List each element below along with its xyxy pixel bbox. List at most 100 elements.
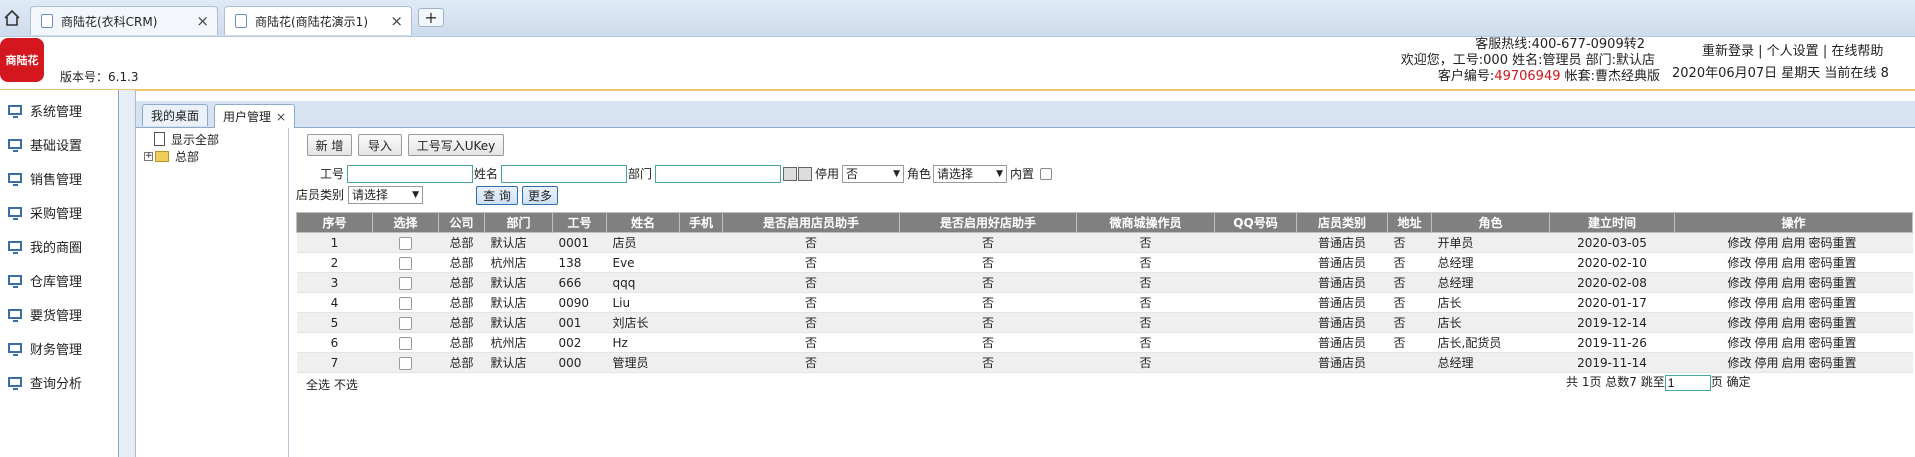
edit-link[interactable]: 修改 [1727, 336, 1751, 350]
row-checkbox[interactable] [399, 256, 412, 270]
relogin-link[interactable]: 重新登录 [1702, 44, 1754, 59]
column-header[interactable]: 选择 [372, 212, 439, 233]
sidebar-item-requisition[interactable]: 要货管理 [8, 304, 82, 324]
column-header[interactable]: 工号 [552, 212, 607, 233]
close-icon[interactable]: × [390, 12, 403, 30]
personal-settings-link[interactable]: 个人设置 [1767, 44, 1819, 59]
home-icon[interactable] [0, 6, 24, 30]
column-header[interactable]: 公司 [438, 212, 485, 233]
disable-link[interactable]: 停用 [1754, 296, 1778, 310]
select-all-link[interactable]: 全选 [306, 378, 330, 392]
edit-link[interactable]: 修改 [1727, 296, 1751, 310]
row-checkbox[interactable] [399, 316, 412, 330]
column-header[interactable]: 序号 [296, 212, 373, 233]
builtin-checkbox[interactable] [1040, 168, 1052, 180]
enable-link[interactable]: 启用 [1782, 276, 1806, 290]
search-icon[interactable] [783, 167, 797, 181]
row-checkbox[interactable] [399, 336, 412, 350]
select-none-link[interactable]: 不选 [334, 378, 358, 392]
disable-link[interactable]: 停用 [1754, 236, 1778, 250]
disable-link[interactable]: 停用 [1754, 316, 1778, 330]
table-row[interactable]: 7 总部 默认店 000 管理员否否否普通店员 总经理 2019-11-14 修改 停用 启用 密码… [296, 352, 1913, 373]
column-header[interactable]: 姓名 [606, 212, 680, 233]
more-button[interactable]: 更多 [522, 186, 558, 205]
edit-icon[interactable] [798, 167, 812, 181]
row-checkbox[interactable] [399, 276, 412, 290]
edit-link[interactable]: 修改 [1727, 316, 1751, 330]
new-tab-button[interactable]: + [418, 8, 444, 27]
disable-link[interactable]: 停用 [1754, 276, 1778, 290]
column-header[interactable]: 是否启用店员助手 [722, 212, 900, 233]
reset-password-link[interactable]: 密码重置 [1809, 336, 1857, 350]
enable-link[interactable]: 启用 [1782, 336, 1806, 350]
edit-link[interactable]: 修改 [1727, 236, 1751, 250]
table-row[interactable]: 6 总部 杭州店 002 Hz 否否否普通店员否店长,配货员 2019-11-26 修改 停用启… [296, 332, 1913, 353]
confirm-link[interactable]: 确定 [1727, 375, 1751, 389]
column-header[interactable]: 微商城操作员 [1076, 212, 1215, 233]
table-row[interactable]: 1 总部 默认店 0001 店员否否否普通店员否开单员 2020-03-05 修改 停用 启用密… [296, 232, 1913, 253]
row-checkbox[interactable] [399, 356, 412, 370]
column-header[interactable]: 地址 [1387, 212, 1432, 233]
table-row[interactable]: 4 总部 默认店 0090 Liu 否否否普通店员否店长 2020-01-17 修改 停用 启用密… [296, 292, 1913, 313]
disable-link[interactable]: 停用 [1754, 336, 1778, 350]
add-button[interactable]: 新 增 [307, 134, 352, 156]
online-help-link[interactable]: 在线帮助 [1831, 44, 1883, 59]
enable-link[interactable]: 启用 [1782, 356, 1806, 370]
sidebar-item-sales[interactable]: 销售管理 [8, 168, 82, 188]
reset-password-link[interactable]: 密码重置 [1809, 356, 1857, 370]
page-jump-input[interactable] [1664, 374, 1711, 391]
reset-password-link[interactable]: 密码重置 [1809, 236, 1857, 250]
expand-icon[interactable]: + [144, 151, 153, 161]
close-icon[interactable]: × [276, 110, 286, 124]
enable-link[interactable]: 启用 [1782, 236, 1806, 250]
disable-link[interactable]: 停用 [1754, 256, 1778, 270]
sidebar-item-system[interactable]: 系统管理 [8, 100, 82, 120]
sidebar-item-finance[interactable]: 财务管理 [8, 338, 82, 358]
disable-link[interactable]: 停用 [1754, 356, 1778, 370]
disabled-select[interactable]: 否 ▼ [842, 165, 904, 183]
import-button[interactable]: 导入 [358, 134, 402, 156]
reset-password-link[interactable]: 密码重置 [1809, 256, 1857, 270]
sidebar-item-query-analysis[interactable]: 查询分析 [8, 372, 82, 392]
edit-link[interactable]: 修改 [1727, 356, 1751, 370]
enable-link[interactable]: 启用 [1782, 256, 1806, 270]
table-row[interactable]: 2 总部 杭州店 138 Eve 否否否普通店员否总经理 2020-02-10 修改 停用 启用密… [296, 252, 1913, 273]
sidebar-item-warehouse[interactable]: 仓库管理 [8, 270, 82, 290]
close-icon[interactable]: × [196, 12, 209, 30]
sidebar-splitter[interactable] [119, 90, 136, 457]
reset-password-link[interactable]: 密码重置 [1809, 276, 1857, 290]
tree-item-show-all[interactable]: 显示全部 [154, 131, 219, 147]
browser-tab-crm[interactable]: 商陆花(衣科CRM) × [30, 6, 218, 35]
column-header[interactable]: 手机 [679, 212, 723, 233]
tree-item-headquarters[interactable]: + 总部 [144, 148, 199, 164]
column-header[interactable]: 操作 [1674, 212, 1913, 233]
dept-input[interactable] [655, 165, 781, 183]
staff-type-select[interactable]: 请选择 ▼ [348, 186, 423, 204]
column-header[interactable]: 是否启用好店助手 [899, 212, 1077, 233]
query-button[interactable]: 查 询 [476, 186, 518, 205]
column-header[interactable]: 建立时间 [1549, 212, 1675, 233]
table-row[interactable]: 5 总部 默认店 001 刘店长否否否普通店员否店长 2019-12-14 修改 停用 启用 密码… [296, 312, 1913, 333]
enable-link[interactable]: 启用 [1782, 316, 1806, 330]
sidebar-item-business-circle[interactable]: 我的商圈 [8, 236, 82, 256]
column-header[interactable]: 角色 [1431, 212, 1550, 233]
reset-password-link[interactable]: 密码重置 [1809, 296, 1857, 310]
row-checkbox[interactable] [399, 296, 412, 310]
edit-link[interactable]: 修改 [1727, 256, 1751, 270]
role-select[interactable]: 请选择 ▼ [933, 165, 1007, 183]
enable-link[interactable]: 启用 [1782, 296, 1806, 310]
sidebar-item-purchase[interactable]: 采购管理 [8, 202, 82, 222]
row-checkbox[interactable] [399, 236, 412, 250]
sidebar-item-basic-settings[interactable]: 基础设置 [8, 134, 82, 154]
table-row[interactable]: 3 总部 默认店 666 qqq 否否否普通店员否总经理 2020-02-08 修改 停用 启用密… [296, 272, 1913, 293]
ukey-write-button[interactable]: 工号写入UKey [408, 134, 504, 156]
column-header[interactable]: 店员类别 [1296, 212, 1388, 233]
column-header[interactable]: 部门 [484, 212, 553, 233]
edit-link[interactable]: 修改 [1727, 276, 1751, 290]
column-header[interactable]: QQ号码 [1214, 212, 1297, 233]
reset-password-link[interactable]: 密码重置 [1809, 316, 1857, 330]
tab-my-desktop[interactable]: 我的桌面 [142, 104, 209, 126]
emp-no-input[interactable] [347, 165, 473, 183]
tab-user-management[interactable]: 用户管理 × [214, 104, 296, 128]
browser-tab-demo[interactable]: 商陆花(商陆花演示1) × [224, 6, 412, 35]
